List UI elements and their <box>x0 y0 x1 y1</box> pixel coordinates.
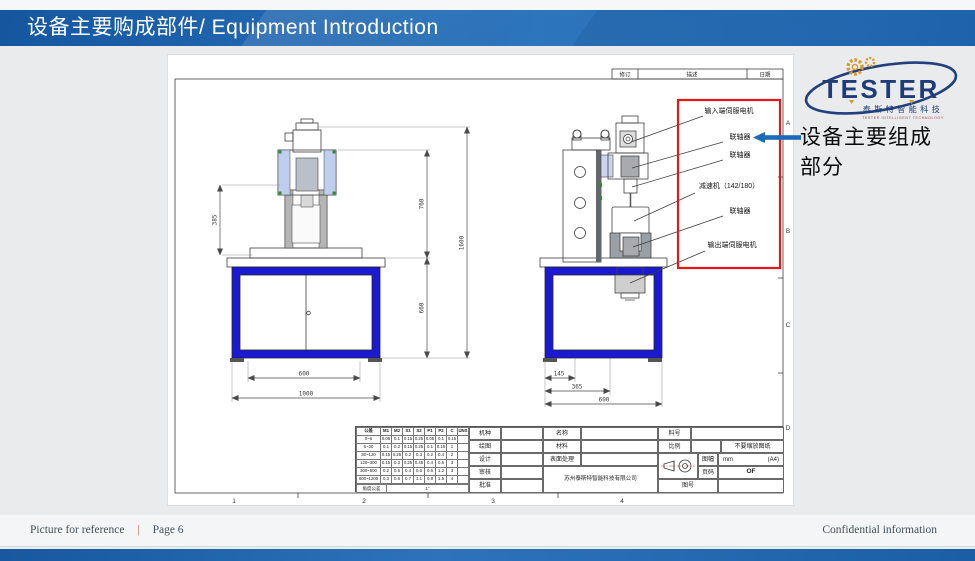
dim-145: 145 <box>554 371 565 378</box>
approved-by-label: 批准 <box>469 479 501 493</box>
side-view <box>540 116 667 395</box>
part-number-value <box>691 427 784 440</box>
front-view <box>227 119 385 362</box>
revision-table: 修订 描述 日期 <box>612 69 783 79</box>
projection-symbol <box>658 453 698 479</box>
tester-logo-graphic: TESTER 泰斯特智能科技 TESTER INTELLIGENT TECHNO… <box>797 56 965 124</box>
designed-by-value <box>501 453 543 466</box>
component-callout-box: 输入端伺服电机 联轴器 联轴器 减速机（142/180） 联轴器 输出端伺服电机 <box>630 100 780 283</box>
format-units: mm <box>723 457 733 463</box>
logo-brand-text: TESTER <box>822 74 940 104</box>
footer-reference-note: Picture for reference <box>30 524 125 536</box>
bottom-accent-bar <box>0 549 975 561</box>
angle-tolerance-row: 角度公差 1° <box>356 484 469 493</box>
sheet-format-value: mm (A4) <box>718 453 784 466</box>
page-number-label: 页码 <box>698 466 718 479</box>
surface-treatment-label: 表面处理 <box>543 453 581 466</box>
zone-letter: D <box>786 425 791 432</box>
callout-arrow-icon <box>753 131 801 144</box>
part-number-label: 料号 <box>658 427 691 440</box>
zone-number: 3 <box>491 498 495 505</box>
slide-footer: Picture for reference | Page 6 Confident… <box>0 515 975 547</box>
dim-1600: 1600 <box>459 235 466 250</box>
drawn-by-value <box>501 440 543 453</box>
drawing-number-label: 图号 <box>658 479 718 493</box>
tolerance-table: 公差M1M2S1S2P1P2CUNS0~60.050.10.150.250.05… <box>356 427 469 484</box>
footer-divider: | <box>137 524 139 536</box>
surface-treatment-value <box>581 453 658 466</box>
part-name-label: 名称 <box>543 427 581 440</box>
dim-660: 660 <box>419 302 426 313</box>
gear-icon <box>852 64 857 69</box>
revision-col-label: 修订 <box>619 71 631 79</box>
drawing-number-value <box>718 479 784 493</box>
side-view-dimensions: 145 365 600 <box>545 361 662 407</box>
format-size: (A4) <box>768 457 779 463</box>
slide-title: 设备主要购成部件/ Equipment Introduction <box>27 10 439 46</box>
label-reducer: 减速机（142/180） <box>699 181 759 190</box>
zone-letter: A <box>786 120 791 127</box>
top-margin-strip <box>0 0 975 10</box>
approved-by-value <box>501 479 543 493</box>
angle-tolerance-label: 角度公差 <box>357 485 387 492</box>
logo-chinese-name: 泰斯特智能科技 <box>863 104 944 114</box>
callout-text: 设备主要组成部分 <box>800 122 938 183</box>
designed-by-label: 设计 <box>469 453 501 466</box>
zone-number: 1 <box>232 498 236 505</box>
drawn-by-label: 绘图 <box>469 440 501 453</box>
label-coupling-3: 联轴器 <box>730 206 751 215</box>
title-block: 公差M1M2S1S2P1P2CUNS0~60.050.10.150.250.05… <box>355 426 783 492</box>
dim-760: 760 <box>419 198 426 209</box>
label-coupling-2: 联轴器 <box>730 150 751 159</box>
footer-confidential-note: Confidential information <box>822 515 937 545</box>
drawing-sheet: A B C D 1 2 3 4 修订 描述 日期 <box>168 55 793 505</box>
dim-600-side: 600 <box>599 397 610 404</box>
dim-600-front: 600 <box>299 371 310 378</box>
material-value <box>581 440 658 453</box>
zone-number: 2 <box>362 498 366 505</box>
dim-385: 385 <box>212 214 219 225</box>
zone-number: 4 <box>620 498 624 505</box>
dim-365: 365 <box>572 384 583 391</box>
gear-icon <box>866 58 874 66</box>
date-col-label: 日期 <box>759 72 771 79</box>
dim-1000: 1000 <box>299 391 314 398</box>
company-name: 苏州泰斯特智能科技有限公司 <box>543 466 658 493</box>
footer-page-number: Page 6 <box>153 524 184 536</box>
logo-english-name: TESTER INTELLIGENT TECHNOLOGY <box>862 116 944 120</box>
footer-left: Picture for reference | Page 6 <box>30 515 184 545</box>
zone-letter: C <box>786 322 791 329</box>
page-number-value: OF <box>718 466 784 479</box>
label-input-servo-motor: 输入端伺服电机 <box>705 106 754 115</box>
scale-value <box>691 440 721 453</box>
part-name-value <box>581 427 658 440</box>
zone-letter: B <box>786 228 790 235</box>
checked-by-value <box>501 466 543 479</box>
front-view-dimensions: 385 760 660 1600 600 1000 <box>212 127 471 402</box>
first-angle-projection-icon <box>659 454 697 478</box>
slide-title-bar: 设备主要购成部件/ Equipment Introduction <box>0 10 975 46</box>
machine-type-value <box>501 427 543 440</box>
description-col-label: 描述 <box>686 71 698 79</box>
material-label: 材料 <box>543 440 581 453</box>
checked-by-label: 审核 <box>469 466 501 479</box>
no-scale-note: 不要缩放图纸 <box>721 440 784 453</box>
titlebar-decor-streak <box>565 10 898 46</box>
machine-type-label: 机种 <box>469 427 501 440</box>
label-output-servo-motor: 输出端伺服电机 <box>708 240 757 249</box>
label-coupling-1: 联轴器 <box>730 132 751 141</box>
sheet-format-label: 图幅 <box>698 453 718 466</box>
angle-tolerance-value: 1° <box>387 485 468 492</box>
tester-logo: TESTER 泰斯特智能科技 TESTER INTELLIGENT TECHNO… <box>797 56 965 124</box>
scale-label: 比例 <box>658 440 691 453</box>
